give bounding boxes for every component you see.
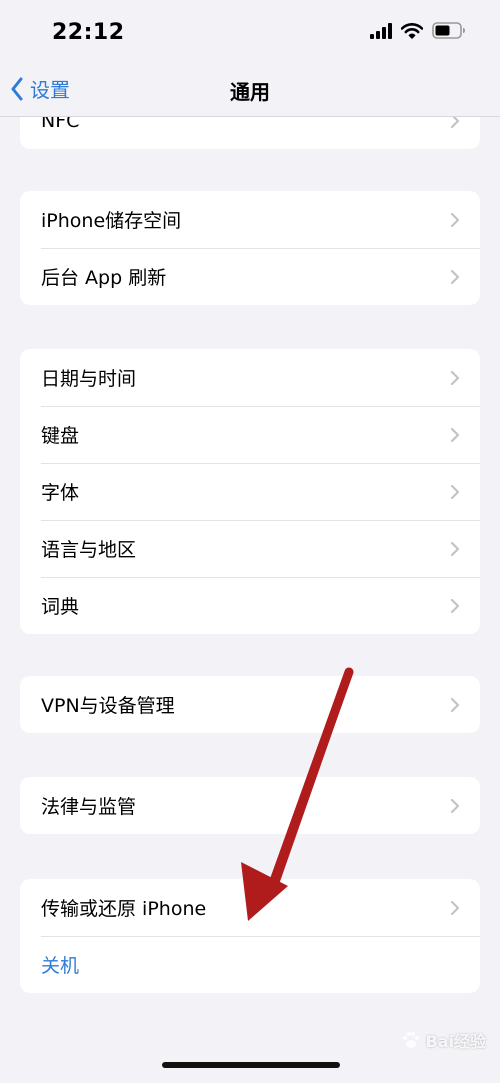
settings-group-vpn: VPN与设备管理 [20,676,480,733]
chevron-right-icon [450,370,460,385]
settings-row-language-region[interactable]: 语言与地区 [20,520,480,577]
row-label: 关机 [41,955,80,977]
paw-logo-icon [402,1031,419,1048]
row-label: 后台 App 刷新 [41,267,167,289]
settings-group-reset: 传输或还原 iPhone 关机 [20,879,480,993]
settings-row-keyboard[interactable]: 键盘 [20,406,480,463]
watermark-text: Bai经验 [425,1032,486,1051]
row-label: 日期与时间 [41,368,137,390]
page-title: 通用 [230,80,270,104]
chevron-right-icon [450,798,460,813]
settings-group-storage: iPhone储存空间 后台 App 刷新 [20,191,480,305]
cellular-signal-icon [370,22,392,39]
battery-icon [432,22,465,39]
settings-group-legal: 法律与监管 [20,777,480,834]
settings-row-legal-regulatory[interactable]: 法律与监管 [20,777,480,834]
settings-row-vpn-device-management[interactable]: VPN与设备管理 [20,676,480,733]
settings-row-iphone-storage[interactable]: iPhone储存空间 [20,191,480,248]
settings-row-transfer-reset-iphone[interactable]: 传输或还原 iPhone [20,879,480,936]
settings-row-date-time[interactable]: 日期与时间 [20,349,480,406]
row-label: VPN与设备管理 [41,695,175,717]
status-time: 22:12 [52,20,125,45]
chevron-right-icon [450,269,460,284]
row-label: 词典 [41,596,80,618]
row-label: 键盘 [41,425,80,447]
chevron-right-icon [450,598,460,613]
settings-row-dictionary[interactable]: 词典 [20,577,480,634]
settings-scroll-area[interactable]: NFC iPhone储存空间 后台 App 刷新 日期与时间 键盘 字体 语言与… [0,0,500,1083]
row-label: 传输或还原 iPhone [41,898,207,920]
row-label: 语言与地区 [41,539,137,561]
chevron-right-icon [450,212,460,227]
shut-down-button[interactable]: 关机 [20,936,480,993]
watermark: Bai经验 [400,1028,486,1052]
settings-row-fonts[interactable]: 字体 [20,463,480,520]
chevron-right-icon [450,900,460,915]
chevron-right-icon [450,697,460,712]
navigation-bar: 设置 通用 [0,66,500,117]
wifi-icon [401,22,423,39]
settings-group-regional: 日期与时间 键盘 字体 语言与地区 词典 [20,349,480,634]
home-indicator[interactable] [162,1062,340,1068]
chevron-right-icon [450,427,460,442]
status-icons [370,22,466,39]
row-label: 字体 [41,482,80,504]
row-label: 法律与监管 [41,796,137,818]
settings-row-background-app-refresh[interactable]: 后台 App 刷新 [20,248,480,305]
row-label: iPhone储存空间 [41,210,182,232]
status-bar: 22:12 [0,0,500,66]
chevron-right-icon [450,484,460,499]
chevron-right-icon [450,541,460,556]
